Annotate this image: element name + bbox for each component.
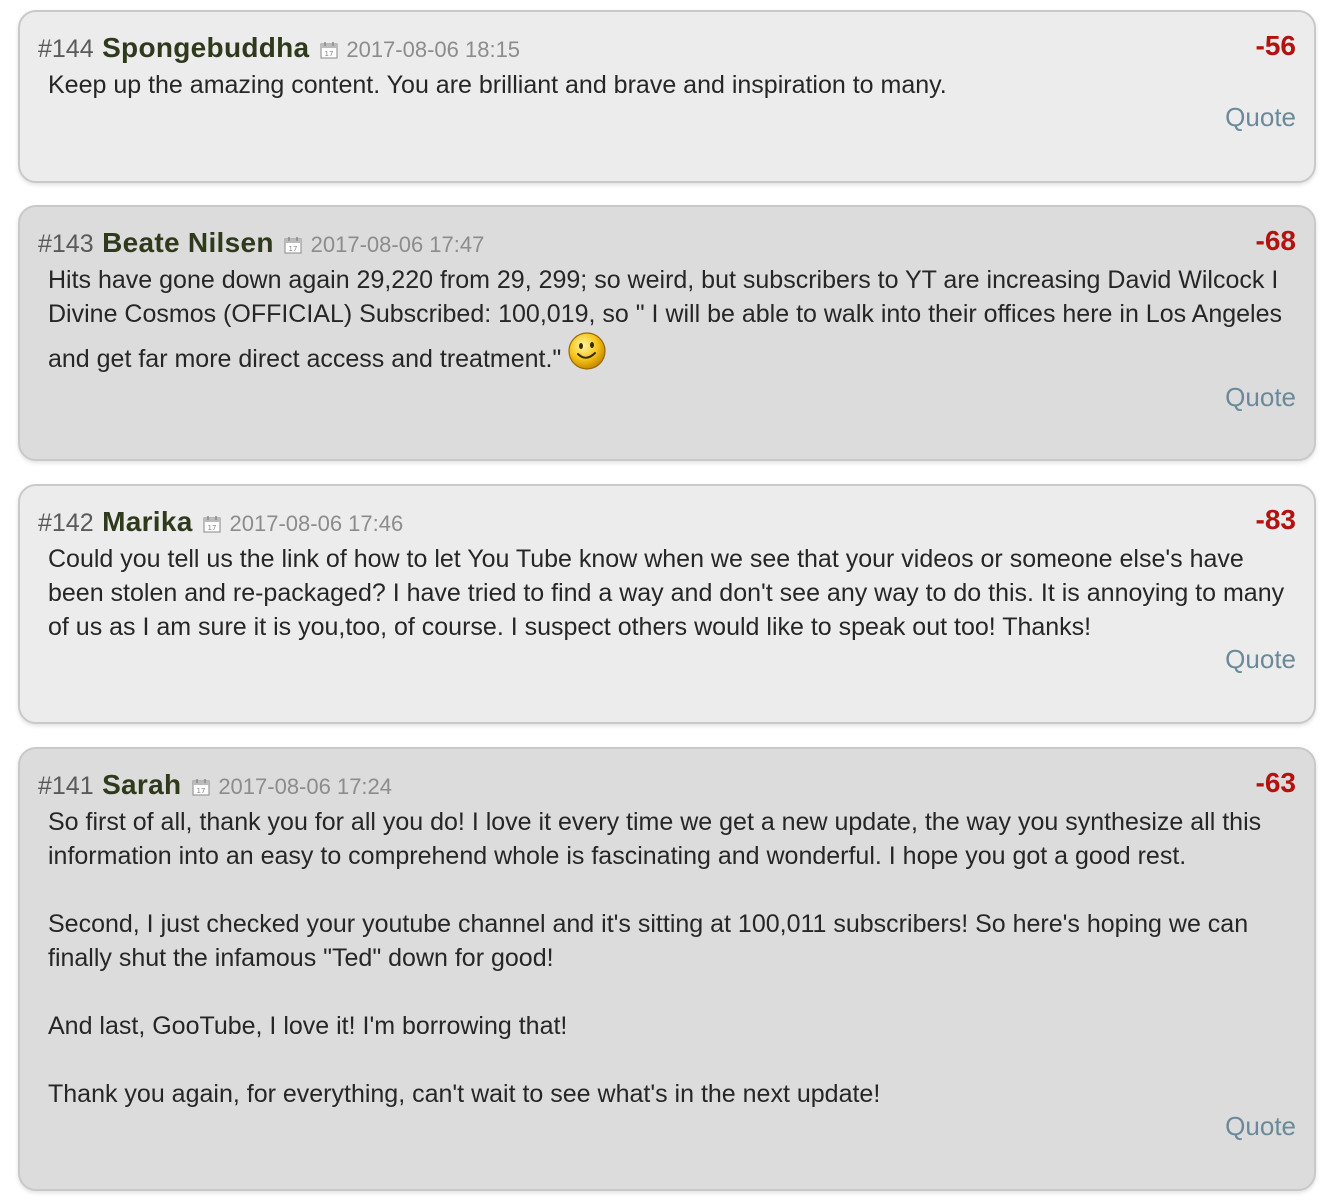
comment-paragraph: Could you tell us the link of how to let… bbox=[48, 545, 1285, 641]
comment-paragraph: Thank you again, for everything, can't w… bbox=[48, 1080, 881, 1108]
comment-paragraph-text: Hits have gone down again 29,220 from 29… bbox=[48, 266, 1283, 373]
comment-body: Keep up the amazing content. You are bri… bbox=[48, 68, 1296, 102]
svg-text:17: 17 bbox=[208, 524, 217, 532]
comment-author[interactable]: Marika bbox=[102, 506, 193, 537]
comment: #143 Beate Nilsen 17 2017-08-06 17:47 -6… bbox=[18, 205, 1316, 461]
comment-paragraph: Keep up the amazing content. You are bri… bbox=[48, 71, 947, 99]
comment-paragraph: Second, I just checked your youtube chan… bbox=[48, 910, 1249, 972]
comment: #142 Marika 17 2017-08-06 17:46 -83 Coul… bbox=[18, 484, 1316, 724]
comment-number[interactable]: #141 bbox=[38, 772, 94, 800]
comment-score: -56 bbox=[1255, 30, 1296, 61]
comment-author[interactable]: Sarah bbox=[102, 769, 181, 800]
comment-number[interactable]: #143 bbox=[38, 230, 94, 258]
comment-body: So first of all, thank you for all you d… bbox=[48, 805, 1296, 1111]
comment-score: -68 bbox=[1255, 225, 1296, 256]
comment-number[interactable]: #142 bbox=[38, 509, 94, 537]
comment-body: Could you tell us the link of how to let… bbox=[48, 542, 1296, 644]
quote-link[interactable]: Quote bbox=[48, 644, 1296, 675]
comment-date: 2017-08-06 18:15 bbox=[346, 37, 521, 62]
comment-number[interactable]: #144 bbox=[38, 35, 94, 63]
comment-body: Hits have gone down again 29,220 from 29… bbox=[48, 263, 1296, 376]
quote-link[interactable]: Quote bbox=[48, 1111, 1296, 1142]
calendar-icon: 17 bbox=[203, 516, 221, 533]
comment-header: #144 Spongebuddha 17 2017-08-06 18:15 -5… bbox=[38, 12, 1296, 63]
comment-header: #141 Sarah 17 2017-08-06 17:24 -63 bbox=[38, 749, 1296, 800]
svg-text:17: 17 bbox=[196, 787, 205, 795]
smiley-icon bbox=[568, 332, 606, 370]
comment-date: 2017-08-06 17:24 bbox=[218, 774, 393, 799]
comment-paragraph: Hits have gone down again 29,220 from 29… bbox=[48, 263, 1296, 376]
comment-author[interactable]: Beate Nilsen bbox=[102, 227, 274, 258]
calendar-icon: 17 bbox=[320, 42, 338, 59]
comment-score: -83 bbox=[1255, 504, 1296, 535]
comment-header: #143 Beate Nilsen 17 2017-08-06 17:47 -6… bbox=[38, 207, 1296, 258]
svg-text:17: 17 bbox=[289, 245, 298, 253]
comment-score: -63 bbox=[1255, 767, 1296, 798]
comment-header: #142 Marika 17 2017-08-06 17:46 -83 bbox=[38, 486, 1296, 537]
svg-text:17: 17 bbox=[324, 50, 333, 58]
comment-date: 2017-08-06 17:46 bbox=[229, 511, 404, 536]
comment-date: 2017-08-06 17:47 bbox=[310, 232, 485, 257]
comment-paragraph: And last, GooTube, I love it! I'm borrow… bbox=[48, 1012, 568, 1040]
comment-paragraph: So first of all, thank you for all you d… bbox=[48, 808, 1262, 870]
quote-link[interactable]: Quote bbox=[48, 102, 1296, 133]
comment: #144 Spongebuddha 17 2017-08-06 18:15 -5… bbox=[18, 10, 1316, 183]
calendar-icon: 17 bbox=[192, 779, 210, 796]
comment: #141 Sarah 17 2017-08-06 17:24 -63 So fi… bbox=[18, 747, 1316, 1191]
calendar-icon: 17 bbox=[284, 237, 302, 254]
quote-link[interactable]: Quote bbox=[48, 382, 1296, 413]
comment-author[interactable]: Spongebuddha bbox=[102, 32, 309, 63]
